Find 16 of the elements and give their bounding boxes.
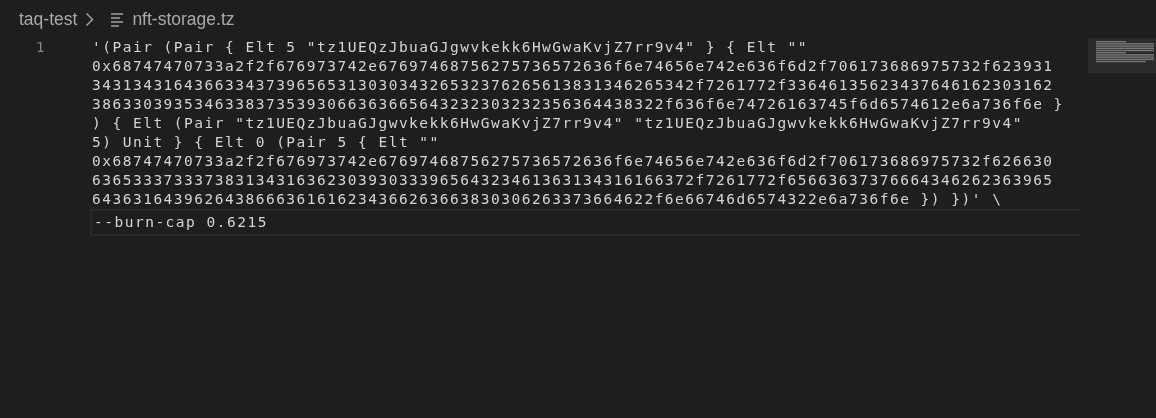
breadcrumb-item[interactable]: nft-storage.tz bbox=[132, 5, 235, 33]
minimap[interactable] bbox=[1088, 38, 1156, 73]
code-line: 38633039353463383735393066363665643232303232356364438322f636f6e74726163745f6d6574612e6a736f6e } bbox=[92, 95, 1065, 114]
code-line: --burn-cap 0.6215 bbox=[94, 213, 268, 232]
file-lines-icon bbox=[110, 11, 125, 27]
code-line: 0x68747470733a2f2f676973742e67697468756275736572636f6e74656e742e636f6d2f706173686975732f626630 bbox=[92, 152, 1055, 171]
code-line: 34313431643663343739656531303034326532376265613831346265342f7261772f33646135623437646162303162 bbox=[92, 76, 1055, 95]
chevron-icon bbox=[85, 11, 95, 27]
code-line: '(Pair (Pair { Elt 5 "tz1UEQzJbuaGJgwvkekk6HwGwaKvjZ7rr9v4" } { Elt "" bbox=[92, 38, 810, 57]
line-number: 1 bbox=[35, 38, 46, 57]
code-line: 63653337333738313431636230393033396564323461363134316166372f7261772f65663637376664346262363965 bbox=[92, 171, 1055, 190]
code-line: 0x68747470733a2f2f676973742e67697468756275736572636f6e74656e742e636f6d2f706173686975732f623931 bbox=[92, 57, 1055, 76]
code-line: ) { Elt (Pair "tz1UEQzJbuaGJgwvkekk6HwGwaKvjZ7rr9v4" "tz1UEQzJbuaGJgwvkekk6HwGwaKvjZ7rr9v4" bbox=[92, 114, 1024, 133]
code-line: 6436316439626438666361616234366263663830306263373664622f6e66746d6574322e6a736f6e }) })' \ bbox=[92, 190, 1004, 209]
code-line: 5) Unit } { Elt 0 (Pair 5 { Elt "" bbox=[92, 133, 441, 152]
breadcrumb-item[interactable]: taq-test bbox=[19, 5, 78, 33]
